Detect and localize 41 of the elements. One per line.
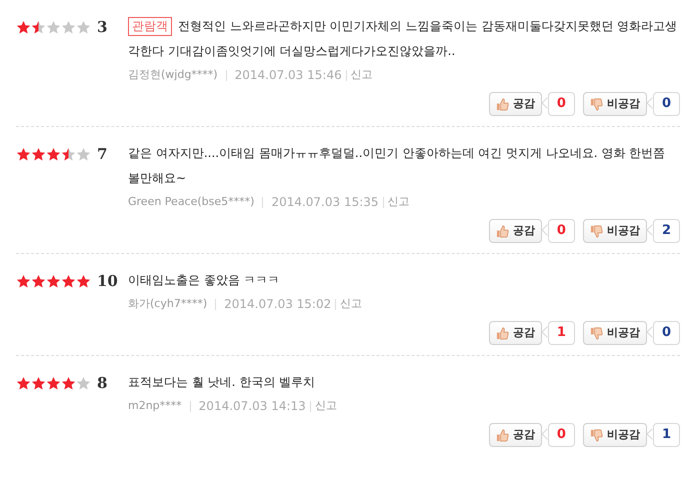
thumbs-down-icon bbox=[590, 98, 603, 110]
vote-count: 0 bbox=[652, 92, 680, 116]
thumbs-up-icon bbox=[496, 326, 509, 340]
dislike-button[interactable]: 비공감 bbox=[582, 423, 647, 447]
review-date: 2014.07.03 15:46 bbox=[234, 67, 342, 84]
vote-count: 0 bbox=[548, 92, 575, 116]
rating-score: 3 bbox=[97, 16, 108, 38]
vote-count: 0 bbox=[548, 423, 575, 447]
review-date: 2014.07.03 14:13 bbox=[198, 398, 306, 415]
like-button[interactable]: 공감 bbox=[488, 423, 542, 447]
author-name: 화가(cyh7****) bbox=[128, 296, 208, 312]
vote-count: 0 bbox=[652, 321, 680, 345]
rating-score: 8 bbox=[97, 372, 108, 394]
thumbs-down-icon bbox=[590, 326, 603, 340]
thumbs-down-icon bbox=[590, 428, 603, 442]
review-text: 같은 여자지만....이태임 몸매가ㅠㅠ후덜덜..이민기 안좋아하는데 여긴 멋지게 나오네요. 영화 한번쯤 볼만해요~ bbox=[128, 145, 666, 187]
review-text: 이태임노출은 좋았음 ㅋㅋㅋ bbox=[128, 272, 281, 289]
author-name: 김정현(wjdg****) bbox=[128, 66, 218, 83]
rating-score: 7 bbox=[97, 144, 108, 165]
dislike-button[interactable]: 비공감 bbox=[582, 92, 647, 116]
review-text: 관람객 전형적인 느와르라곤하지만 이민기자체의 느낌을죽이는 감동재미둘다갖지못했던 영화라고생각한다 기대감이좀잇엇기에 더실망스럽게다가오진않았을까.. bbox=[128, 16, 678, 60]
thumbs-up-icon bbox=[496, 428, 509, 442]
vote-count: 1 bbox=[652, 423, 680, 447]
author-name: m2np**** bbox=[128, 398, 182, 414]
review-text: 표적보다는 훨 낫네. 한국의 벨루치 bbox=[128, 374, 316, 391]
review-date: 2014.07.03 15:35 bbox=[271, 194, 379, 211]
thumbs-up-icon bbox=[496, 98, 509, 110]
like-button[interactable]: 공감 bbox=[488, 92, 542, 116]
dislike-button[interactable]: 비공감 bbox=[582, 219, 647, 243]
review-date: 2014.07.03 15:02 bbox=[224, 296, 332, 313]
viewer-badge: 관람객 bbox=[128, 17, 172, 36]
dislike-button[interactable]: 비공감 bbox=[582, 321, 647, 345]
author-name: Green Peace(bse5****) bbox=[128, 194, 254, 210]
vote-count: 0 bbox=[548, 219, 575, 243]
rating-score: 10 bbox=[97, 270, 118, 292]
thumbs-down-icon bbox=[590, 224, 603, 238]
vote-count: 2 bbox=[652, 219, 680, 243]
like-button[interactable]: 공감 bbox=[488, 219, 542, 243]
vote-count: 1 bbox=[548, 321, 575, 345]
thumbs-up-icon bbox=[496, 224, 509, 238]
like-button[interactable]: 공감 bbox=[488, 321, 542, 345]
